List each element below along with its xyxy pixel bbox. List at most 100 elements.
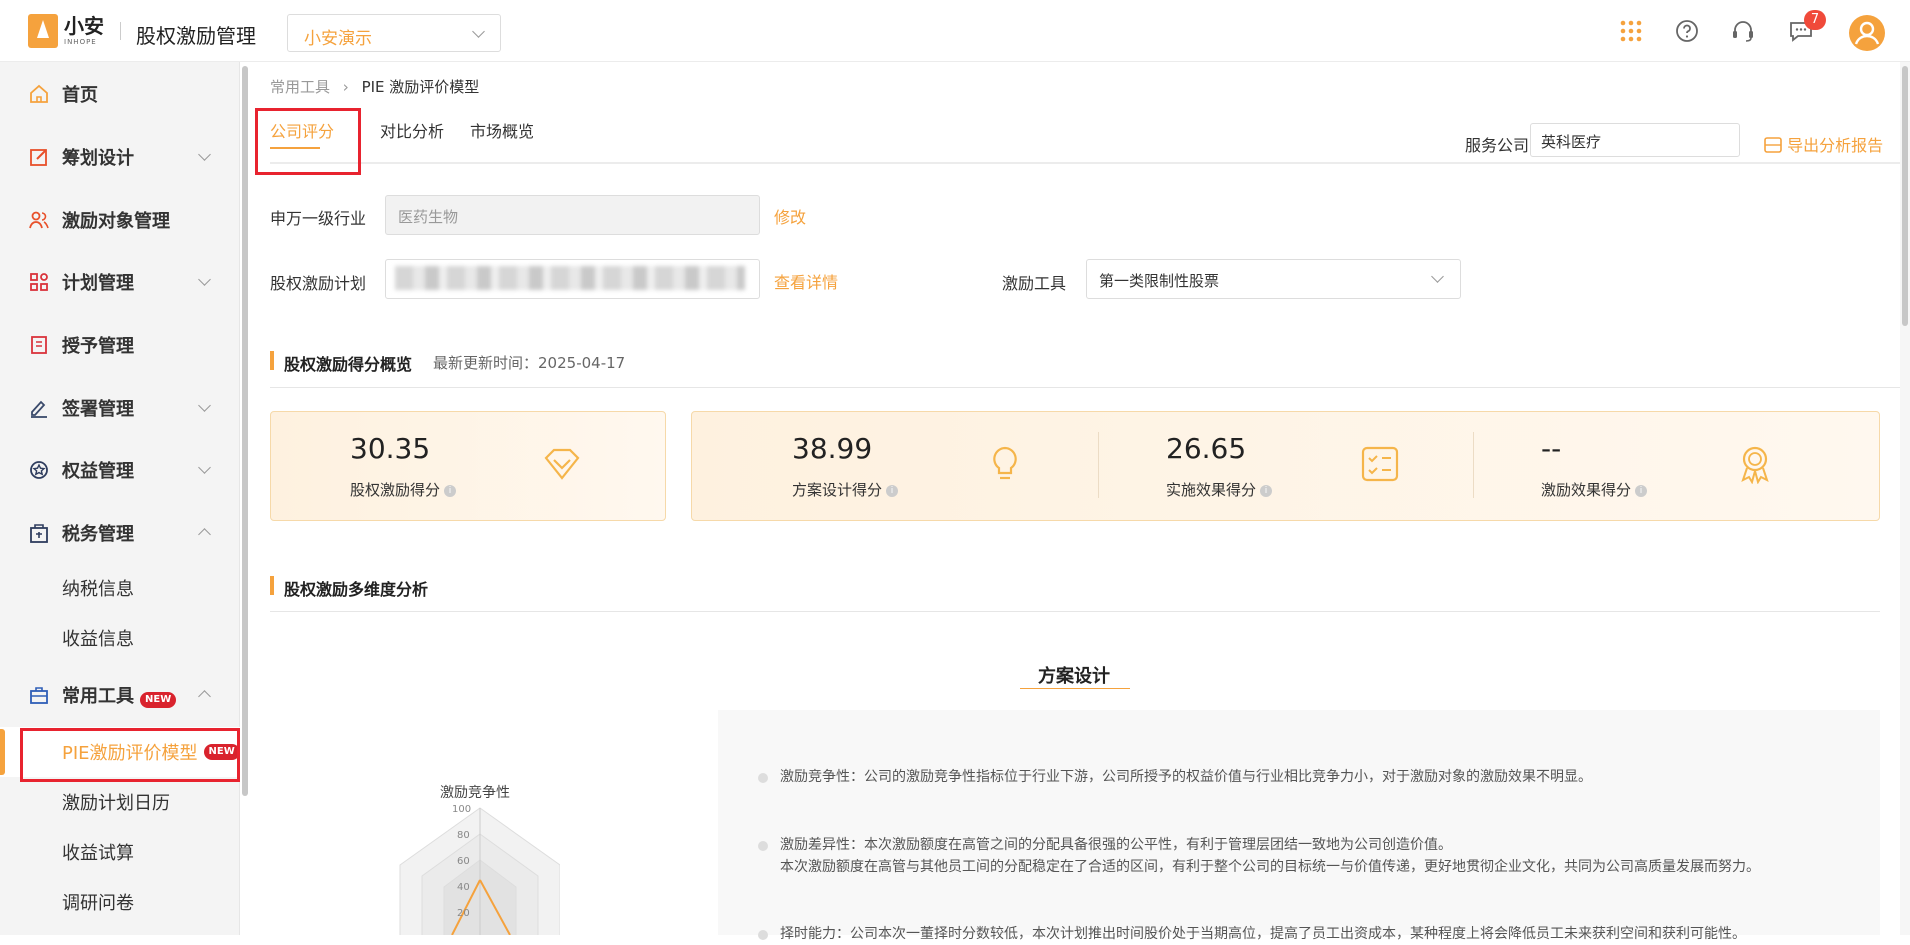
user-icon	[1854, 21, 1880, 45]
export-report-button[interactable]: 导出分析报告	[1764, 132, 1883, 156]
sidebar-item-equity[interactable]: 权益管理	[0, 439, 240, 501]
sidebar-item-signing[interactable]: 签署管理	[0, 377, 240, 439]
analysis-text-differentiation: 激励差异性：本次激励额度在高管之间的分配具备很强的公平性，有利于管理层团结一致地…	[780, 837, 1452, 853]
subitem-label: 收益试算	[62, 843, 134, 864]
sidebar-item-label: 激励对象管理	[62, 211, 170, 232]
checklist-icon	[1361, 446, 1399, 482]
highlight-box-tab	[255, 108, 361, 175]
industry-field: 医药生物	[385, 195, 760, 235]
app-logo[interactable]: 小安 INHOPE	[28, 14, 104, 48]
tool-select[interactable]: 第一类限制性股票	[1086, 259, 1461, 299]
score-label-effect: 激励效果得分 i	[1541, 479, 1648, 500]
info-icon[interactable]: i	[1260, 484, 1273, 497]
sidebar-subitem-income-calc[interactable]: 收益试算	[0, 827, 240, 877]
analysis-text-differentiation-2: 本次激励额度在高管与其他员工间的分配稳定在了合适的区间，有利于整个公司的目标统一…	[780, 859, 1760, 875]
export-icon	[1764, 137, 1782, 153]
sidebar-item-grant[interactable]: 授予管理	[0, 314, 240, 376]
score-card-total	[270, 411, 666, 521]
score-value-design: 38.99	[792, 432, 873, 465]
sidebar-item-tools[interactable]: 常用工具 NEW	[0, 664, 240, 726]
help-icon[interactable]	[1674, 18, 1700, 44]
score-label-implementation: 实施效果得分 i	[1166, 479, 1273, 500]
chevron-down-icon	[1431, 270, 1444, 283]
subitem-label: 收益信息	[62, 629, 134, 650]
score-label-design: 方案设计得分 i	[792, 479, 899, 500]
logo-subtitle: INHOPE	[64, 38, 97, 46]
chevron-down-icon	[198, 461, 211, 474]
card-divider	[1473, 432, 1474, 498]
sidebar-item-label: 授予管理	[62, 336, 134, 357]
sidebar-item-planning[interactable]: 筹划设计	[0, 126, 240, 188]
tab-bar-divider	[270, 162, 1900, 164]
sidebar-item-tax[interactable]: 税务管理	[0, 502, 240, 564]
sidebar-subitem-calendar[interactable]: 激励计划日历	[0, 777, 240, 827]
view-details-link[interactable]: 查看详情	[774, 269, 838, 293]
breadcrumb-parent[interactable]: 常用工具	[270, 78, 330, 96]
notification-badge: 7	[1804, 10, 1826, 30]
analysis-subsection-title: 方案设计	[1038, 666, 1110, 687]
edit-icon	[30, 149, 47, 166]
score-label-total: 股权激励得分 i	[350, 479, 457, 500]
badge-icon	[30, 461, 48, 479]
sidebar-item-plan-management[interactable]: 计划管理	[0, 251, 240, 313]
radar-tick: 80	[457, 830, 470, 841]
analysis-panel	[718, 710, 1880, 935]
tools-label-text: 常用工具	[62, 686, 134, 707]
users-icon	[29, 211, 49, 229]
info-icon[interactable]: i	[444, 484, 457, 497]
section-divider	[270, 387, 1900, 388]
radar-tick: 100	[452, 804, 472, 815]
sidebar-item-home[interactable]: 首页	[0, 63, 240, 125]
toolbox-icon	[30, 687, 48, 704]
sidebar-subitem-survey[interactable]: 调研问卷	[0, 877, 240, 927]
chevron-up-icon	[198, 690, 211, 703]
score-card-breakdown	[691, 411, 1880, 521]
export-report-label: 导出分析报告	[1787, 136, 1884, 155]
modify-link[interactable]: 修改	[774, 204, 806, 228]
industry-label: 申万一级行业	[270, 209, 367, 228]
bullet-icon	[758, 930, 768, 940]
sidebar-item-label: 签署管理	[62, 399, 134, 420]
sidebar-item-participants[interactable]: 激励对象管理	[0, 189, 240, 251]
plan-select-value-redacted	[395, 266, 745, 290]
plan-label: 股权激励计划	[270, 274, 367, 293]
sidebar-scrollbar-thumb[interactable]	[242, 66, 248, 796]
sidebar-item-label: 税务管理	[62, 524, 134, 545]
tab-comparison[interactable]: 对比分析	[380, 118, 444, 142]
customer-service-icon[interactable]	[1730, 18, 1756, 44]
bulb-icon	[993, 446, 1017, 480]
breadcrumb-current: PIE 激励评价模型	[361, 78, 480, 96]
apps-grid-icon[interactable]	[1618, 18, 1644, 44]
info-icon[interactable]: i	[1635, 484, 1648, 497]
tool-select-value: 第一类限制性股票	[1099, 272, 1220, 290]
score-value-effect: --	[1541, 432, 1562, 465]
subitem-label: 激励计划日历	[62, 793, 170, 814]
update-time: 最新更新时间：2025-04-17	[433, 352, 625, 373]
tool-label: 激励工具	[1002, 274, 1067, 293]
chevron-up-icon	[198, 528, 211, 541]
service-company-input[interactable]: 英科医疗	[1530, 123, 1740, 157]
sidebar-subitem-income-info[interactable]: 收益信息	[0, 613, 240, 663]
new-badge: NEW	[140, 692, 177, 708]
page-scrollbar-thumb[interactable]	[1902, 66, 1908, 326]
sidebar-subitem-tax-info[interactable]: 纳税信息	[0, 563, 240, 613]
score-label-text: 股权激励得分	[350, 481, 441, 499]
sidebar-item-label: 计划管理	[62, 273, 134, 294]
radar-tick: 40	[457, 882, 470, 893]
info-icon[interactable]: i	[886, 484, 899, 497]
book-icon	[31, 336, 47, 354]
bullet-icon	[758, 841, 768, 851]
section-divider	[270, 611, 1880, 612]
highlight-box-sidebar	[20, 728, 240, 782]
subitem-label: 调研问卷	[62, 893, 134, 914]
diamond-icon	[544, 448, 580, 480]
tab-market[interactable]: 市场概览	[470, 118, 534, 142]
logo-name: 小安	[64, 14, 104, 38]
medal-icon	[1741, 446, 1769, 484]
user-avatar[interactable]	[1849, 15, 1885, 51]
company-select[interactable]: 小安演示	[287, 14, 501, 52]
score-label-text: 激励效果得分	[1541, 481, 1632, 499]
score-value-total: 30.35	[350, 432, 431, 465]
card-divider	[1098, 432, 1099, 498]
service-company-label: 服务公司	[1465, 136, 1530, 155]
